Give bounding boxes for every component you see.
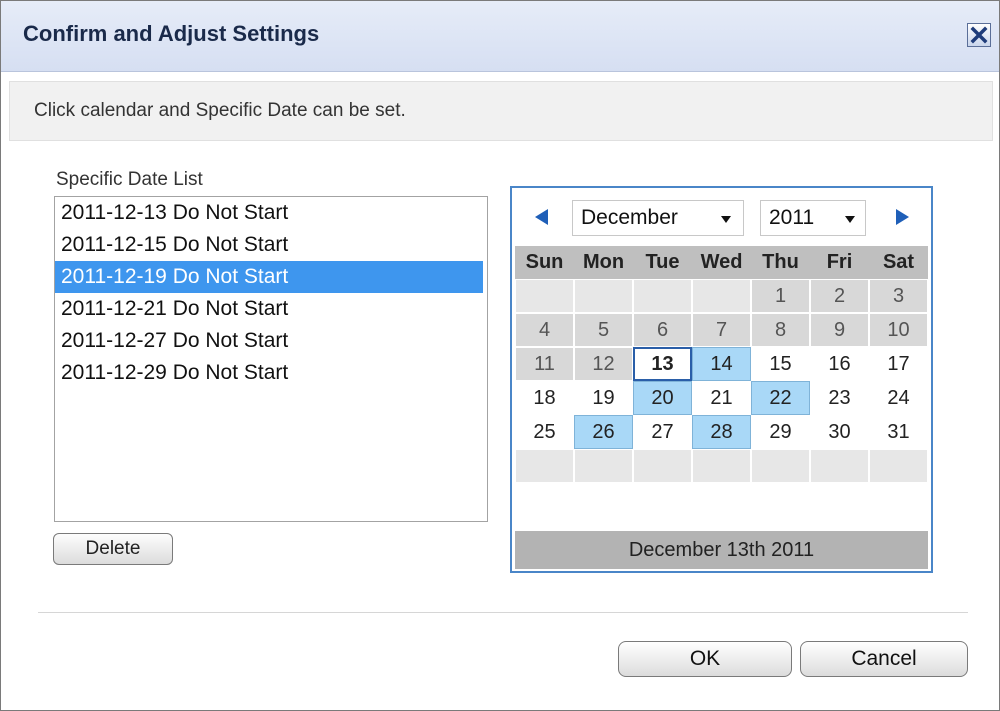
year-value: 2011 [769, 206, 815, 229]
list-item[interactable]: 2011-12-21 Do Not Start [55, 293, 487, 325]
calendar-empty-cell [751, 449, 810, 483]
info-panel: Click calendar and Specific Date can be … [9, 81, 993, 141]
calendar-day-11[interactable]: 11 [515, 347, 574, 381]
delete-button[interactable]: Delete [53, 533, 173, 565]
close-button[interactable] [967, 23, 991, 47]
dow-thu: Thu [762, 251, 799, 273]
dow-sat: Sat [882, 251, 915, 273]
triangle-right-icon [896, 209, 909, 225]
calendar-week-row: 123 [515, 279, 928, 313]
calendar: December 2011 Sun Mon Tue Wed Thu Fri Sa… [510, 186, 933, 573]
calendar-day-14[interactable]: 14 [692, 347, 751, 381]
calendar-day-21[interactable]: 21 [692, 381, 751, 415]
calendar-day-19[interactable]: 19 [574, 381, 633, 415]
calendar-day-31[interactable]: 31 [869, 415, 928, 449]
dow-sun: Sun [525, 251, 564, 273]
calendar-week-row: 4 5 6 7 8 9 10 [515, 313, 928, 347]
dow-wed: Wed [700, 251, 743, 273]
dialog-title: Confirm and Adjust Settings [23, 21, 320, 46]
list-item[interactable]: 2011-12-27 Do Not Start [55, 325, 487, 357]
month-select[interactable]: December [572, 200, 744, 236]
calendar-week-row: 25 26 27 28 29 30 31 [515, 415, 928, 449]
cancel-button[interactable]: Cancel [800, 641, 968, 677]
dow-mon: Mon [582, 251, 625, 273]
calendar-empty-cell [574, 279, 633, 313]
calendar-empty-cell [633, 279, 692, 313]
calendar-empty-cell [515, 449, 574, 483]
calendar-day-30[interactable]: 30 [810, 415, 869, 449]
ok-button[interactable]: OK [618, 641, 792, 677]
calendar-day-17[interactable]: 17 [869, 347, 928, 381]
calendar-day-1[interactable]: 1 [751, 279, 810, 313]
list-item[interactable]: 2011-12-15 Do Not Start [55, 229, 487, 261]
calendar-grid: Sun Mon Tue Wed Thu Fri Sat 1 2 3 4 5 6 7 8 9 10 1… [515, 246, 928, 483]
specific-date-listbox[interactable]: 2011-12-13 Do Not Start 2011-12-15 Do Not… [54, 196, 488, 522]
calendar-day-25[interactable]: 25 [515, 415, 574, 449]
month-value: December [581, 206, 678, 229]
close-icon [970, 26, 988, 44]
calendar-empty-cell [633, 449, 692, 483]
calendar-empty-cell [574, 449, 633, 483]
calendar-day-28[interactable]: 28 [692, 415, 751, 449]
calendar-day-15[interactable]: 15 [751, 347, 810, 381]
dow-fri: Fri [826, 251, 853, 273]
calendar-day-22[interactable]: 22 [751, 381, 810, 415]
calendar-day-8[interactable]: 8 [751, 313, 810, 347]
calendar-empty-cell [692, 279, 751, 313]
calendar-day-24[interactable]: 24 [869, 381, 928, 415]
calendar-empty-cell [692, 449, 751, 483]
calendar-day-5[interactable]: 5 [574, 313, 633, 347]
calendar-empty-cell [810, 449, 869, 483]
calendar-day-16[interactable]: 16 [810, 347, 869, 381]
calendar-day-18[interactable]: 18 [515, 381, 574, 415]
year-select[interactable]: 2011 [760, 200, 866, 236]
calendar-week-row: 11 12 13 14 15 16 17 [515, 347, 928, 381]
triangle-left-icon [535, 209, 548, 225]
next-month-button[interactable] [894, 208, 910, 231]
calendar-day-26[interactable]: 26 [574, 415, 633, 449]
calendar-empty-cell [869, 449, 928, 483]
list-item[interactable]: 2011-12-13 Do Not Start [55, 197, 487, 229]
calendar-week-row: 18 19 20 21 22 23 24 [515, 381, 928, 415]
calendar-week-row [515, 449, 928, 483]
specific-date-list-label: Specific Date List [56, 169, 203, 190]
list-item[interactable]: 2011-12-19 Do Not Start [55, 261, 483, 293]
calendar-day-3[interactable]: 3 [869, 279, 928, 313]
prev-month-button[interactable] [534, 208, 550, 231]
calendar-day-23[interactable]: 23 [810, 381, 869, 415]
divider [38, 612, 968, 613]
settings-dialog: Confirm and Adjust Settings Click calend… [0, 0, 1000, 711]
chevron-down-icon [721, 216, 731, 223]
calendar-empty-cell [515, 279, 574, 313]
day-of-week-header: Sun Mon Tue Wed Thu Fri Sat [515, 246, 928, 279]
calendar-day-12[interactable]: 12 [574, 347, 633, 381]
list-item[interactable]: 2011-12-29 Do Not Start [55, 357, 487, 389]
calendar-day-20[interactable]: 20 [633, 381, 692, 415]
chevron-down-icon [845, 216, 855, 223]
title-bar: Confirm and Adjust Settings [1, 1, 999, 72]
calendar-day-6[interactable]: 6 [633, 313, 692, 347]
selected-date-footer: December 13th 2011 [515, 531, 928, 569]
calendar-day-7[interactable]: 7 [692, 313, 751, 347]
calendar-day-29[interactable]: 29 [751, 415, 810, 449]
dow-tue: Tue [645, 251, 680, 273]
calendar-day-27[interactable]: 27 [633, 415, 692, 449]
calendar-day-10[interactable]: 10 [869, 313, 928, 347]
calendar-day-13[interactable]: 13 [633, 347, 692, 381]
info-text: Click calendar and Specific Date can be … [34, 100, 406, 121]
calendar-day-2[interactable]: 2 [810, 279, 869, 313]
calendar-weeks: 1 2 3 4 5 6 7 8 9 10 11 12 13 14 15 16 17 18 19 20 21 22 23 24 2… [515, 279, 928, 483]
calendar-day-4[interactable]: 4 [515, 313, 574, 347]
calendar-day-9[interactable]: 9 [810, 313, 869, 347]
